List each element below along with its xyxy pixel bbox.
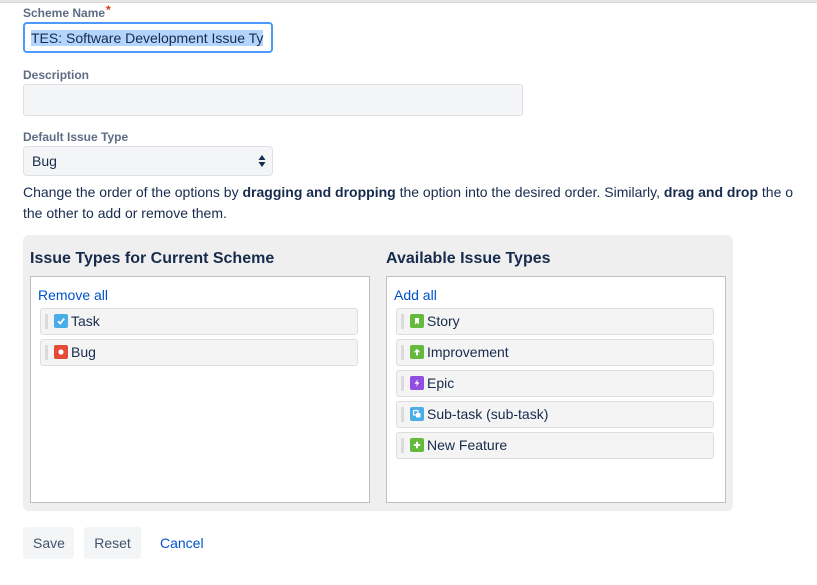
add-all-link[interactable]: Add all xyxy=(394,287,437,303)
subtask-icon xyxy=(410,407,424,421)
issue-type-label: Story xyxy=(427,313,460,329)
select-arrows-icon xyxy=(258,155,266,167)
issue-type-label: Epic xyxy=(427,375,455,391)
improvement-icon xyxy=(410,345,424,359)
drag-handle-icon[interactable] xyxy=(45,345,48,360)
issue-type-label: Sub-task (sub-task) xyxy=(427,406,549,422)
bug-icon xyxy=(54,345,68,359)
issue-type-item[interactable]: Epic xyxy=(396,370,714,397)
issue-types-panel: Issue Types for Current Scheme Remove al… xyxy=(23,235,733,511)
epic-icon xyxy=(410,376,424,390)
issue-type-item[interactable]: Story xyxy=(396,308,714,335)
drag-handle-icon[interactable] xyxy=(401,345,404,360)
task-icon xyxy=(54,314,68,328)
issue-type-label: Improvement xyxy=(427,344,509,360)
issue-type-item[interactable]: Bug xyxy=(40,339,358,366)
cancel-link[interactable]: Cancel xyxy=(160,535,204,551)
default-issue-type-value: Bug xyxy=(32,153,57,169)
default-issue-type-select[interactable]: Bug xyxy=(23,146,273,176)
help-text: Change the order of the options by dragg… xyxy=(23,182,817,224)
issue-type-item[interactable]: Improvement xyxy=(396,339,714,366)
issue-type-label: New Feature xyxy=(427,437,508,453)
description-input[interactable] xyxy=(23,84,523,116)
drag-handle-icon[interactable] xyxy=(401,376,404,391)
remove-all-link[interactable]: Remove all xyxy=(38,287,108,303)
issue-type-item[interactable]: New Feature xyxy=(396,432,714,459)
top-border xyxy=(0,0,817,3)
help-text-part: Change the order of the options by xyxy=(23,184,243,200)
story-icon xyxy=(410,314,424,328)
drag-handle-icon[interactable] xyxy=(45,314,48,329)
available-types-title: Available Issue Types xyxy=(386,250,551,267)
drag-handle-icon[interactable] xyxy=(401,438,404,453)
issue-type-item[interactable]: Sub-task (sub-task) xyxy=(396,401,714,428)
help-text-part: the option into the desired order. Simil… xyxy=(395,184,664,200)
issue-type-item[interactable]: Task xyxy=(40,308,358,335)
reset-button[interactable]: Reset xyxy=(84,527,141,559)
description-label: Description xyxy=(23,68,90,82)
scheme-name-input[interactable]: TES: Software Development Issue Ty xyxy=(23,22,273,53)
issue-type-label: Bug xyxy=(71,344,96,360)
drag-handle-icon[interactable] xyxy=(401,314,404,329)
save-button[interactable]: Save xyxy=(23,527,74,559)
current-items: Task Bug xyxy=(40,308,358,370)
available-types-list[interactable]: Add all Story Improvement Epic Sub-task (su… xyxy=(386,276,726,503)
help-text-part: the o xyxy=(758,184,794,200)
current-scheme-list[interactable]: Remove all Task Bug xyxy=(30,276,370,503)
help-text-bold: dragging and dropping xyxy=(242,184,396,200)
new-feature-icon xyxy=(410,438,424,452)
drag-handle-icon[interactable] xyxy=(401,407,404,422)
scheme-name-value: TES: Software Development Issue Ty xyxy=(31,30,264,46)
default-issue-type-label: Default Issue Type xyxy=(23,130,129,144)
issue-type-label: Task xyxy=(71,313,100,329)
current-scheme-title: Issue Types for Current Scheme xyxy=(30,250,275,267)
help-text-line2: the other to add or remove them. xyxy=(23,205,227,221)
help-text-bold: drag and drop xyxy=(663,184,759,200)
available-items: Story Improvement Epic Sub-task (sub-task) N… xyxy=(396,308,714,463)
required-marker: * xyxy=(106,3,111,17)
scheme-name-label-text: Scheme Name xyxy=(23,6,106,20)
scheme-name-label: Scheme Name* xyxy=(23,3,111,20)
